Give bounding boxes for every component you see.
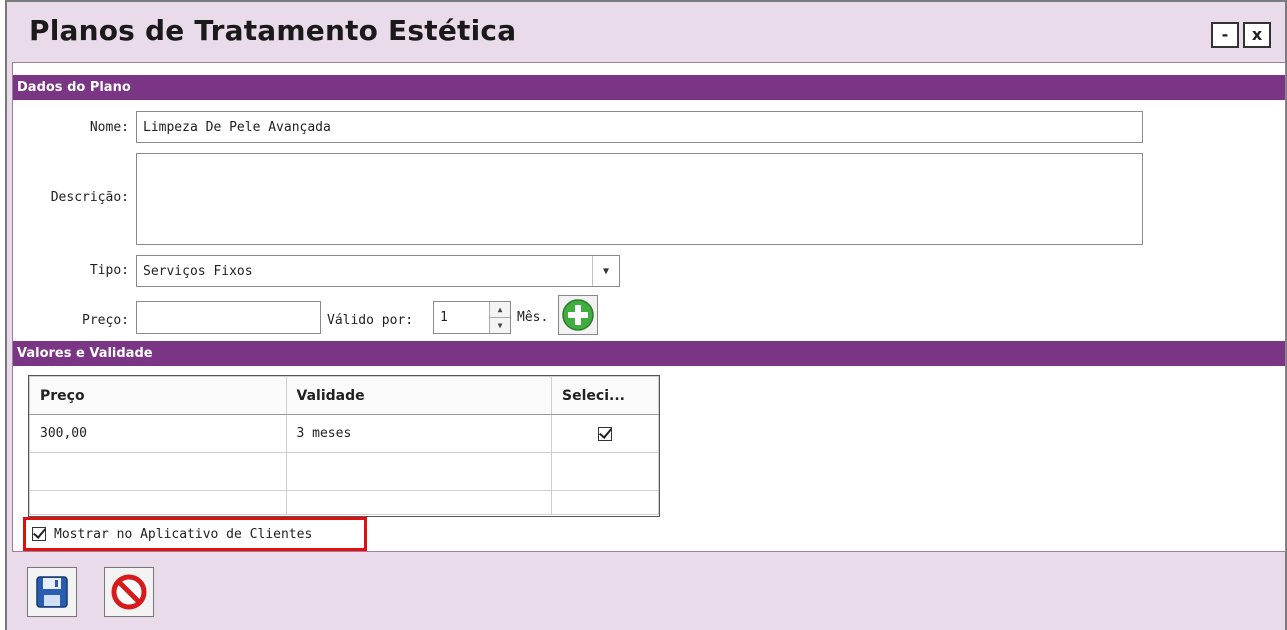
descricao-label: Descrição:: [50, 190, 129, 205]
valores-table: Preço Validade Seleci... 300,00 3 meses: [28, 375, 660, 517]
cancel-button[interactable]: [104, 567, 154, 617]
cell-selecionado[interactable]: [551, 452, 659, 491]
column-header-selecionado[interactable]: Seleci...: [551, 376, 659, 415]
descricao-textarea[interactable]: [136, 153, 1143, 245]
mostrar-aplicativo-label: Mostrar no Aplicativo de Clientes: [54, 526, 313, 542]
chevron-up-icon[interactable]: ▲: [490, 302, 510, 318]
valido-por-value: 1: [440, 310, 448, 325]
table-row[interactable]: [29, 452, 659, 491]
table-row[interactable]: 300,00 3 meses: [29, 414, 659, 453]
cell-validade: [285, 452, 553, 491]
cell-validade: 3 meses: [285, 414, 553, 453]
title-bar: Planos de Tratamento Estética - x: [7, 0, 1285, 58]
window: Planos de Tratamento Estética - x Dados …: [5, 0, 1287, 630]
minimize-icon: -: [1221, 25, 1229, 44]
cell-preco: [29, 452, 287, 491]
column-header-validade[interactable]: Validade: [285, 376, 553, 415]
tipo-label: Tipo:: [89, 263, 129, 278]
mostrar-aplicativo-checkbox[interactable]: [32, 527, 46, 541]
cell-selecionado[interactable]: [551, 414, 659, 453]
table-row[interactable]: [29, 490, 659, 515]
nome-label: Nome:: [89, 120, 129, 135]
cancel-circle-icon: [111, 574, 147, 610]
preco-label: Preço:: [82, 313, 129, 328]
nome-input[interactable]: Limpeza De Pele Avançada: [136, 111, 1143, 143]
cell-selecionado[interactable]: [551, 490, 659, 515]
valido-por-stepper[interactable]: 1 ▲ ▼: [433, 301, 511, 334]
column-header-preco[interactable]: Preço: [29, 376, 287, 415]
row-checkbox[interactable]: [598, 426, 613, 441]
add-price-button[interactable]: [558, 295, 598, 335]
section-valores-e-validade: Valores e Validade: [13, 341, 1285, 366]
preco-input[interactable]: [136, 301, 321, 334]
valido-por-label: Válido por:: [327, 313, 414, 328]
minimize-button[interactable]: -: [1211, 22, 1239, 48]
table-header-row: Preço Validade Seleci...: [29, 376, 659, 415]
close-icon: x: [1251, 25, 1263, 44]
save-button[interactable]: [27, 567, 77, 617]
plus-circle-icon: [562, 299, 594, 331]
form-panel: Dados do Plano Nome: Limpeza De Pele Ava…: [12, 62, 1286, 552]
mostrar-aplicativo-option[interactable]: Mostrar no Aplicativo de Clientes: [23, 517, 367, 551]
chevron-down-icon[interactable]: ▼: [490, 318, 510, 333]
cell-preco: 300,00: [29, 414, 287, 453]
chevron-down-icon[interactable]: ▼: [592, 256, 619, 286]
nome-value: Limpeza De Pele Avançada: [143, 119, 331, 135]
stepper-buttons[interactable]: ▲ ▼: [489, 302, 510, 333]
cell-preco: [29, 490, 287, 515]
tipo-value: Serviços Fixos: [143, 263, 253, 279]
tipo-select[interactable]: Serviços Fixos ▼: [136, 255, 620, 287]
close-button[interactable]: x: [1243, 22, 1271, 48]
floppy-disk-icon: [36, 576, 68, 608]
cell-validade: [285, 490, 553, 515]
mes-label: Mês.: [517, 310, 549, 325]
section-dados-do-plano: Dados do Plano: [13, 75, 1285, 100]
window-title: Planos de Tratamento Estética: [29, 14, 517, 47]
